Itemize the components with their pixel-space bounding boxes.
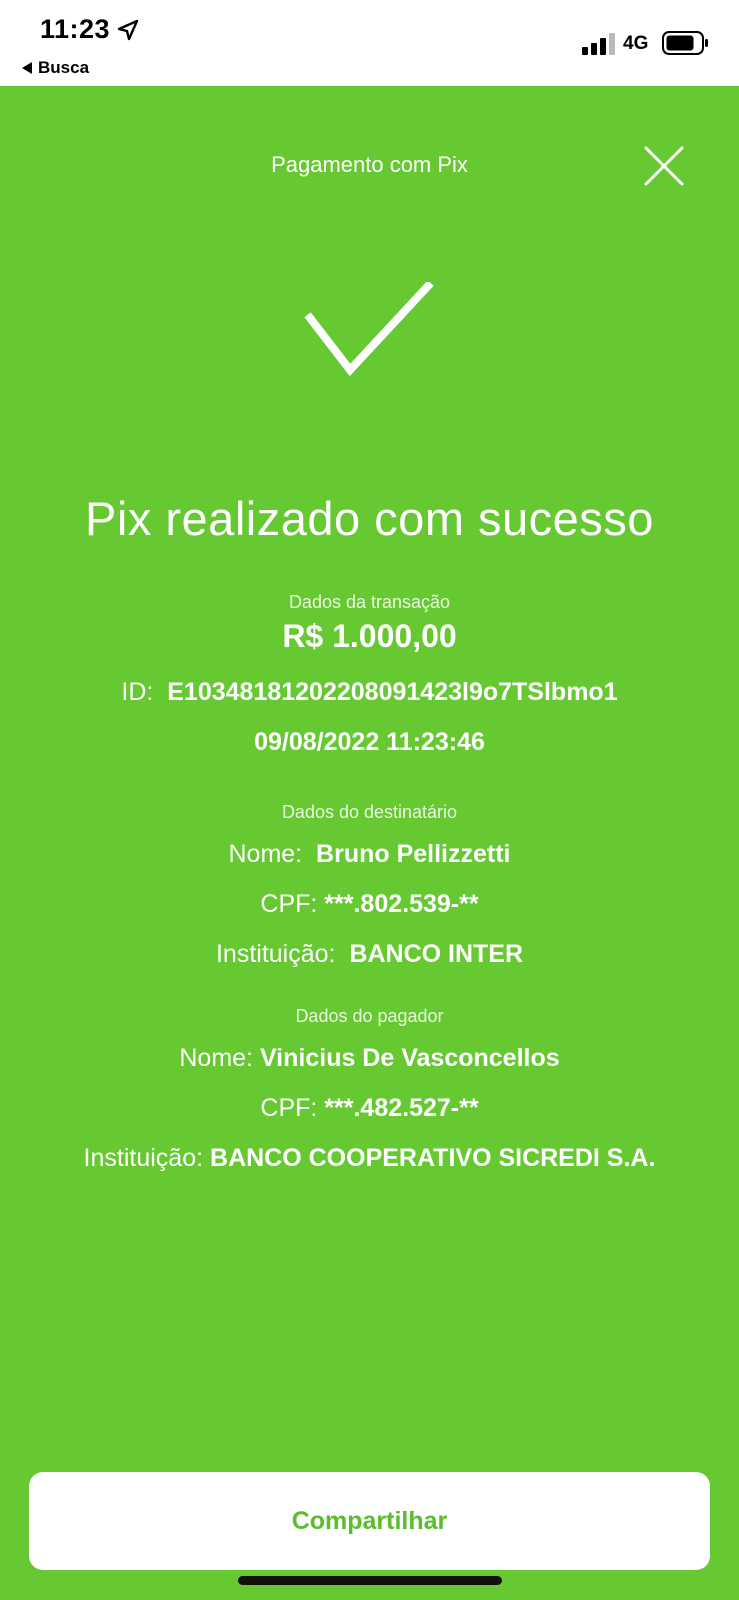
payer-name-label: Nome: xyxy=(179,1044,253,1072)
recipient-name-row: Nome: Bruno Pellizzetti xyxy=(0,840,739,869)
back-arrow-icon xyxy=(22,62,32,74)
payer-cpf-row: CPF: ***.482.527-** xyxy=(0,1094,739,1123)
recipient-cpf-value: ***.802.539-** xyxy=(324,890,479,918)
share-button[interactable]: Compartilhar xyxy=(29,1472,710,1570)
recipient-institution-row: Instituição: BANCO INTER xyxy=(0,940,739,969)
transaction-id-row: ID: E10348181202208091423l9o7TSlbmo1 xyxy=(0,678,739,707)
payment-receipt-screen: Pagamento com Pix Pix realizado com suce… xyxy=(0,86,739,1600)
transaction-id-value: E10348181202208091423l9o7TSlbmo1 xyxy=(167,678,618,706)
payer-cpf-label: CPF: xyxy=(260,1094,318,1122)
recipient-institution-label: Instituição: xyxy=(215,940,336,968)
location-arrow-icon xyxy=(117,19,139,41)
transaction-section-label: Dados da transação xyxy=(288,592,451,612)
transaction-datetime: 09/08/2022 11:23:46 xyxy=(0,728,739,757)
network-type-label: 4G xyxy=(623,33,649,54)
payer-institution-row: Instituição: BANCO COOPERATIVO SICREDI S… xyxy=(0,1144,739,1173)
checkmark-icon xyxy=(304,282,434,377)
recipient-name-label: Nome: xyxy=(228,840,303,868)
success-title: Pix realizado com sucesso xyxy=(85,492,654,545)
page-title: Pagamento com Pix xyxy=(271,152,468,177)
recipient-section-label: Dados do destinatário xyxy=(281,802,458,822)
payer-institution-value: BANCO COOPERATIVO SICREDI S.A. xyxy=(210,1144,656,1172)
recipient-cpf-row: CPF: ***.802.539-** xyxy=(0,890,739,919)
transaction-datetime-value: 09/08/2022 11:23:46 xyxy=(254,728,485,756)
cellular-signal-icon xyxy=(582,33,615,55)
close-icon[interactable] xyxy=(640,142,688,190)
recipient-cpf-label: CPF: xyxy=(260,890,318,918)
recipient-institution-value: BANCO INTER xyxy=(349,940,524,968)
status-bar: 11:23 Busca 4G xyxy=(0,0,739,86)
transaction-amount: R$ 1.000,00 xyxy=(282,618,457,654)
home-indicator[interactable] xyxy=(238,1576,502,1585)
payer-cpf-value: ***.482.527-** xyxy=(324,1094,479,1122)
payer-name-value: Vinicius De Vasconcellos xyxy=(259,1044,560,1072)
transaction-id-label: ID: xyxy=(121,678,154,706)
payer-name-row: Nome: Vinicius De Vasconcellos xyxy=(0,1044,739,1073)
back-to-search-link[interactable]: Busca xyxy=(22,58,89,78)
battery-icon xyxy=(662,31,708,55)
back-link-label: Busca xyxy=(38,58,90,77)
payer-section-label: Dados do pagador xyxy=(295,1006,444,1026)
recipient-name-value: Bruno Pellizzetti xyxy=(316,840,511,868)
payer-institution-label: Instituição: xyxy=(83,1144,204,1172)
status-time: 11:23 xyxy=(40,14,111,44)
